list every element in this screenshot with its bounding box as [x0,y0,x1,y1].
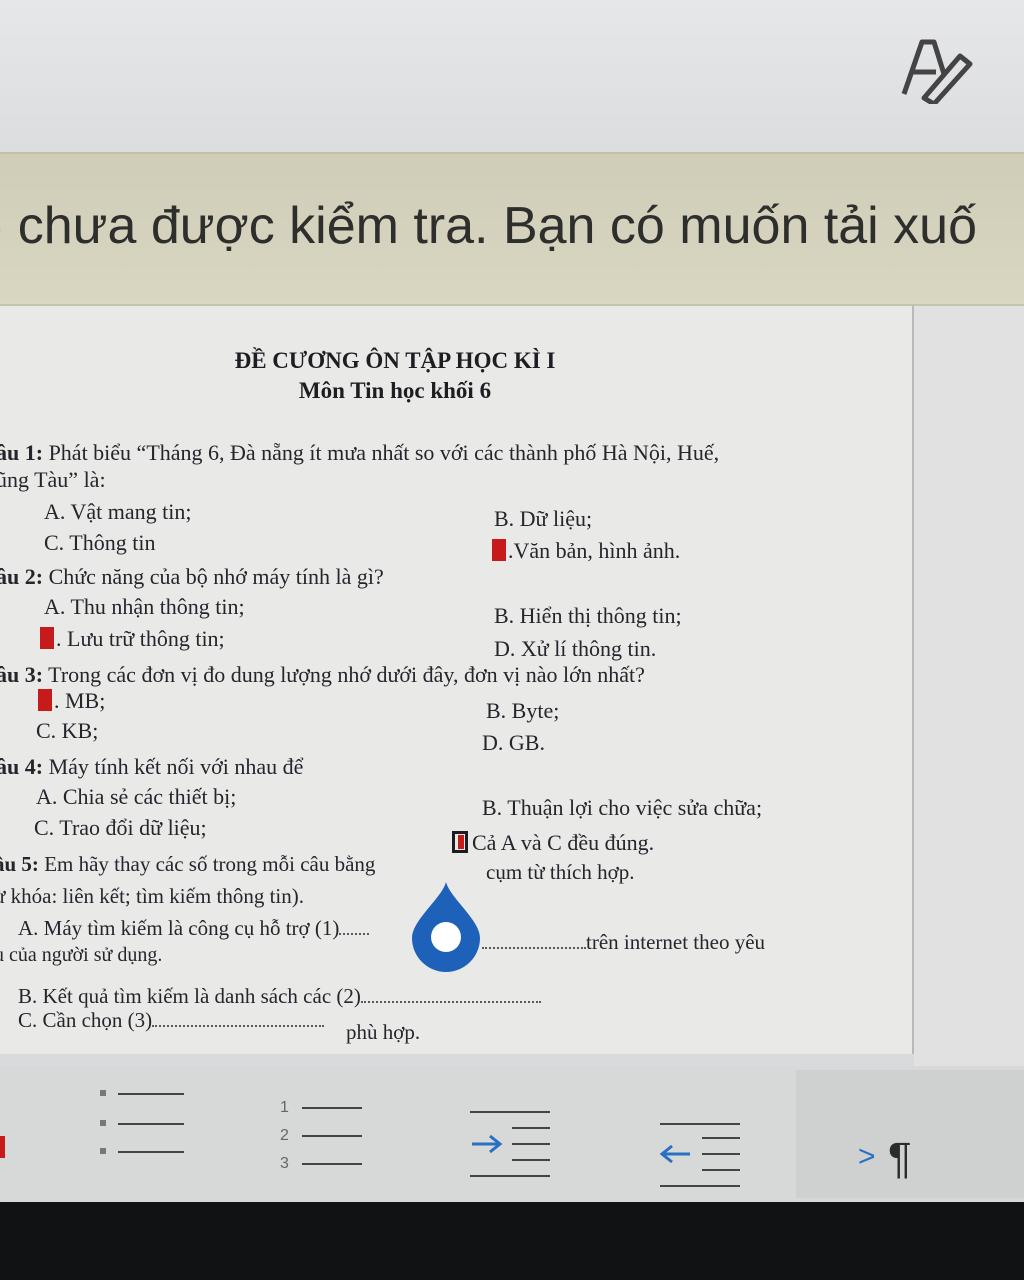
list-number: 1 [280,1099,289,1116]
question-4-label: âu 4: [0,754,44,779]
banner-message: ) chưa được kiểm tra. Bạn có muốn tải xu… [0,197,978,255]
question-5-text-end: cụm từ thích hợp. [486,860,635,884]
question-2-label: âu 2: [0,564,44,589]
answer-highlight [452,831,468,853]
q4-option-b: B. Thuận lợi cho việc sửa chữa; [482,795,763,820]
q4-option-d: Cả A và C đều đúng. [452,830,654,856]
q5-item-a-end: trên internet theo yêu [482,930,765,955]
question-3-label: âu 3: [0,662,44,687]
document-subtitle: Môn Tin học khối 6 [298,378,492,403]
increase-indent-icon[interactable] [464,1106,556,1184]
more-chevron-icon[interactable]: > [858,1140,876,1174]
q4-option-a: A. Chia sẻ các thiết bị; [36,784,237,809]
answer-highlight [40,627,54,649]
text-cursor-handle[interactable] [410,880,482,972]
document-margin [914,306,1024,1066]
question-5-label: âu 5: [0,852,39,876]
bullet-list-icon[interactable] [92,1084,192,1168]
question-3: âu 3: Trong các đơn vị đo dung lượng nhớ… [0,662,645,688]
q5-item-a-continued: u của người sử dụng. [0,944,163,966]
q1-option-d: .Văn bản, hình ảnh. [492,538,680,564]
q5-item-b: B. Kết quả tìm kiếm là danh sách các (2) [18,984,541,1009]
edge-marker [0,1136,5,1158]
blank-line [152,1025,325,1027]
q2-option-c-text: . Lưu trữ thông tin; [56,626,225,651]
answer-highlight [492,539,506,561]
q5-item-a-end-text: trên internet theo yêu [586,930,766,954]
q5-item-c-start: C. Cần chọn (3) [18,1008,153,1032]
blank-line [339,933,370,935]
question-1: âu 1: Phát biểu “Tháng 6, Đà nẵng ít mưa… [0,440,719,466]
answer-highlight [38,689,52,711]
question-1-text: Phát biểu “Tháng 6, Đà nẵng ít mưa nhất … [43,440,720,465]
q5-item-b-text: B. Kết quả tìm kiếm là danh sách các (2) [18,984,361,1008]
document-title: ĐỀ CƯƠNG ÔN TẬP HỌC KÌ I [234,348,556,373]
q3-option-b: B. Byte; [486,698,560,723]
question-5: âu 5: Em hãy thay các số trong mỗi câu b… [0,852,375,877]
list-number: 3 [280,1155,289,1172]
q3-option-a: . MB; [38,688,105,714]
q3-option-d: D. GB. [482,730,545,755]
q3-option-a-text: . MB; [54,688,106,713]
q5-item-a-start: A. Máy tìm kiếm là công cụ hỗ trợ (1) [18,916,340,940]
q2-option-c: . Lưu trữ thông tin; [40,626,225,652]
q2-option-b: B. Hiển thị thông tin; [494,603,682,628]
q2-option-a: A. Thu nhận thông tin; [44,594,245,619]
q5-item-a: A. Máy tìm kiếm là công cụ hỗ trợ (1) [18,916,370,941]
question-2-text: Chức năng của bộ nhớ máy tính là gì? [43,564,384,589]
q1-option-c: C. Thông tin [44,530,156,555]
app-top-bar [0,0,1024,152]
paragraph-mark-button[interactable]: ¶ [888,1134,912,1184]
q4-option-d-text: Cả A và C đều đúng. [472,830,655,855]
blank-line [482,947,586,949]
question-2: âu 2: Chức năng của bộ nhớ máy tính là g… [0,564,384,590]
bottom-system-bar [0,1202,1024,1280]
question-4-text: Máy tính kết nối với nhau để [43,754,304,779]
q1-option-a: A. Vật mang tin; [44,499,192,524]
list-number: 2 [280,1127,289,1144]
question-5-keywords: ừ khóa: liên kết; tìm kiếm thông tin). [0,884,305,908]
q5-item-c: C. Cần chọn (3) [18,1008,325,1033]
numbered-list-icon[interactable]: 1 2 3 [276,1092,372,1178]
blank-line [360,1001,541,1003]
decrease-indent-icon[interactable] [654,1118,746,1194]
q2-option-d: D. Xử lí thông tin. [494,636,657,661]
edit-text-icon[interactable] [894,34,974,104]
q4-option-c: C. Trao đổi dữ liệu; [34,815,207,840]
question-4: âu 4: Máy tính kết nối với nhau để [0,754,303,780]
q5-item-c-end: phù hợp. [346,1020,421,1044]
download-warning-banner: ) chưa được kiểm tra. Bạn có muốn tải xu… [0,152,1024,306]
question-1-continued: ũng Tàu” là: [0,467,106,492]
question-3-text: Trong các đơn vị đo dung lượng nhớ dưới … [43,662,645,687]
q1-option-b: B. Dữ liệu; [494,506,593,531]
q3-option-c: C. KB; [36,718,99,743]
question-5-text: Em hãy thay các số trong mỗi câu bằng [38,852,376,876]
q1-option-d-text: .Văn bản, hình ảnh. [508,538,681,563]
question-1-label: âu 1: [0,440,44,465]
